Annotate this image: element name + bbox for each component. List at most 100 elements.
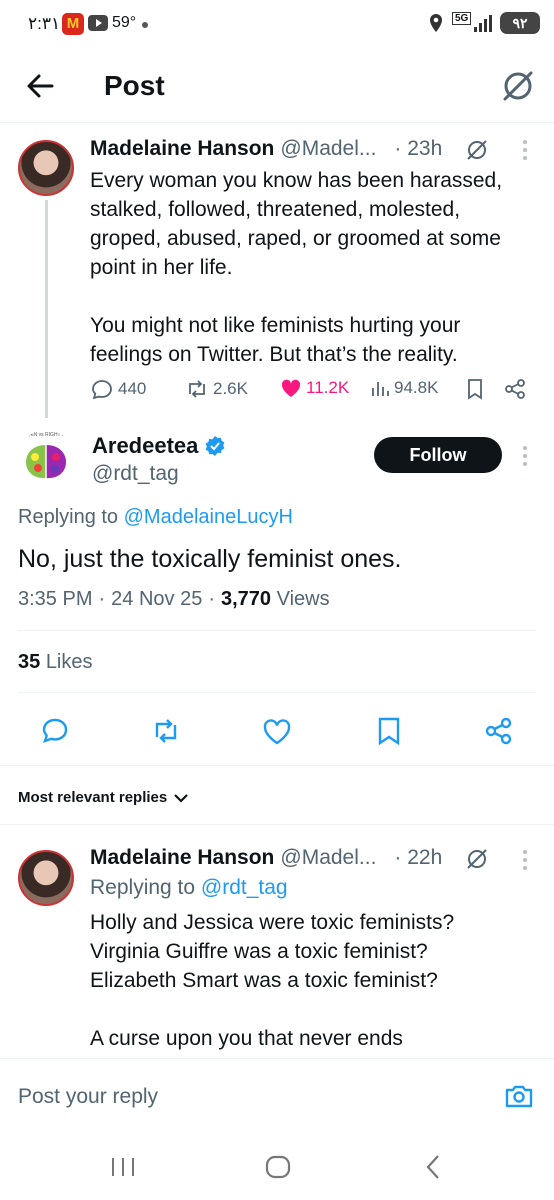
grok-button[interactable]: [500, 68, 536, 104]
main-avatar[interactable]: BRAIN vs RIGHT Brain: [18, 430, 74, 486]
parent-post-header: Madelaine Hanson @Madel... · 23h: [90, 137, 442, 161]
replying-to-prefix: Replying to: [90, 876, 201, 899]
post-time[interactable]: 3:35 PM: [18, 588, 92, 611]
header-divider: [0, 122, 554, 123]
system-back-button[interactable]: [424, 1154, 442, 1180]
bookmark-icon: [468, 379, 482, 400]
parent-author-name[interactable]: Madelaine Hanson: [90, 137, 274, 161]
text-line: stalked, followed, threatened, molested,: [90, 198, 461, 221]
parent-post-time: · 23h: [394, 137, 443, 160]
home-button[interactable]: [265, 1155, 291, 1179]
text-line: Elizabeth Smart was a toxic feminist?: [90, 969, 438, 992]
separator: ·: [98, 588, 106, 610]
likes-summary[interactable]: 35 Likes: [18, 651, 93, 674]
main-like-button[interactable]: [262, 718, 292, 746]
like-action[interactable]: 11.2K: [280, 378, 349, 398]
camera-icon: [505, 1085, 533, 1108]
parent-avatar[interactable]: [18, 140, 74, 196]
main-author-row: Aredeetea: [92, 433, 226, 459]
text-line: Every woman you know has been harassed,: [90, 169, 503, 192]
reply-input[interactable]: Post your reply: [18, 1085, 158, 1109]
system-nav-bar: [0, 1128, 554, 1200]
text-line: feelings on Twitter. But that’s the real…: [90, 343, 458, 366]
reply-author-name[interactable]: Madelaine Hanson: [90, 846, 274, 870]
meta-divider: [18, 630, 536, 631]
status-temperature: 59°: [112, 14, 137, 31]
main-share-button[interactable]: [484, 716, 514, 746]
follow-button[interactable]: Follow: [374, 437, 502, 473]
main-repost-button[interactable]: [150, 716, 182, 746]
repost-icon: [189, 380, 205, 398]
replies-sort-label: Most relevant replies: [18, 789, 168, 806]
reply-header: Madelaine Hanson @Madel... · 22h: [90, 846, 442, 870]
views-count: 94.8K: [394, 378, 439, 397]
heart-icon: [263, 719, 291, 745]
back-button[interactable]: [22, 68, 58, 104]
post-date[interactable]: 24 Nov 25: [111, 588, 202, 611]
parent-grok-icon[interactable]: [465, 138, 489, 162]
reply-action[interactable]: 440: [90, 378, 146, 400]
5g-icon: 5G: [452, 12, 472, 25]
main-author-name[interactable]: Aredeetea: [92, 433, 198, 459]
repost-icon: [155, 719, 177, 743]
home-icon: [265, 1155, 291, 1179]
share-button[interactable]: [504, 378, 526, 400]
bookmark-icon: [378, 717, 400, 746]
replying-to-prefix: Replying to: [18, 506, 124, 528]
replies-sort-dropdown[interactable]: Most relevant replies: [18, 789, 189, 806]
text-line: A curse upon you that never ends: [90, 1027, 403, 1050]
back-arrow-icon: [27, 74, 54, 98]
share-icon: [485, 717, 512, 745]
main-author-handle[interactable]: @rdt_tag: [92, 462, 179, 486]
parent-post-text: Every woman you know has been harassed, …: [90, 166, 540, 369]
views-action[interactable]: 94.8K: [370, 378, 438, 398]
mcdonalds-icon: M: [62, 13, 84, 35]
post-meta: 3:35 PM · 24 Nov 25 · 3,770 Views: [18, 588, 330, 611]
brain-logo-text: BRAIN vs RIGHT Brain: [22, 432, 74, 438]
text-line: Holly and Jessica were toxic feminists?: [90, 911, 455, 934]
text-line: groped, abused, raped, or groomed at som…: [90, 227, 501, 250]
share-icon: [505, 379, 525, 399]
battery-icon: ٩٢: [500, 12, 540, 34]
views-total: 3,770: [221, 588, 272, 610]
separator: ·: [208, 588, 215, 610]
youtube-icon: [88, 15, 108, 31]
grok-icon: [503, 71, 533, 101]
main-more-icon[interactable]: [520, 444, 530, 468]
status-time: ٢:٣١: [28, 14, 61, 33]
notification-dot-icon: [142, 22, 148, 28]
reply-icon: [42, 718, 68, 743]
sort-divider: [0, 824, 554, 825]
parent-author-handle[interactable]: @Madel...: [280, 137, 376, 161]
system-back-icon: [426, 1155, 439, 1179]
repost-action[interactable]: 2.6K: [185, 378, 248, 400]
recents-button[interactable]: [110, 1156, 136, 1178]
actions-divider: [0, 765, 554, 766]
reply-grok-icon[interactable]: [465, 847, 489, 871]
reply-author-handle[interactable]: @Madel...: [280, 846, 376, 870]
location-icon: [428, 13, 444, 33]
page-title: Post: [104, 70, 165, 101]
replying-to-link[interactable]: @rdt_tag: [201, 876, 288, 899]
reply-avatar[interactable]: [18, 850, 74, 906]
likes-divider: [18, 692, 536, 693]
signal-icon: [474, 14, 496, 32]
reply-more-icon[interactable]: [520, 848, 530, 872]
camera-button[interactable]: [504, 1083, 534, 1109]
recents-icon: [112, 1158, 134, 1176]
reply-time: · 22h: [394, 846, 443, 869]
reply-count: 440: [118, 379, 147, 398]
bookmark-button[interactable]: [465, 378, 485, 400]
replying-to: Replying to @MadelaineLucyH: [18, 506, 293, 529]
main-post-text: No, just the toxically feminist ones.: [18, 545, 402, 573]
reply-text: Holly and Jessica were toxic feminists? …: [90, 908, 540, 1053]
replying-to-link[interactable]: @MadelaineLucyH: [124, 506, 293, 528]
text-line: Virginia Guiffre was a toxic feminist?: [90, 940, 428, 963]
parent-more-icon[interactable]: [520, 138, 530, 162]
main-bookmark-button[interactable]: [376, 716, 402, 746]
reply-replying-to: Replying to @rdt_tag: [90, 876, 288, 900]
text-line: You might not like feminists hurting you…: [90, 314, 461, 337]
main-reply-button[interactable]: [40, 716, 70, 746]
